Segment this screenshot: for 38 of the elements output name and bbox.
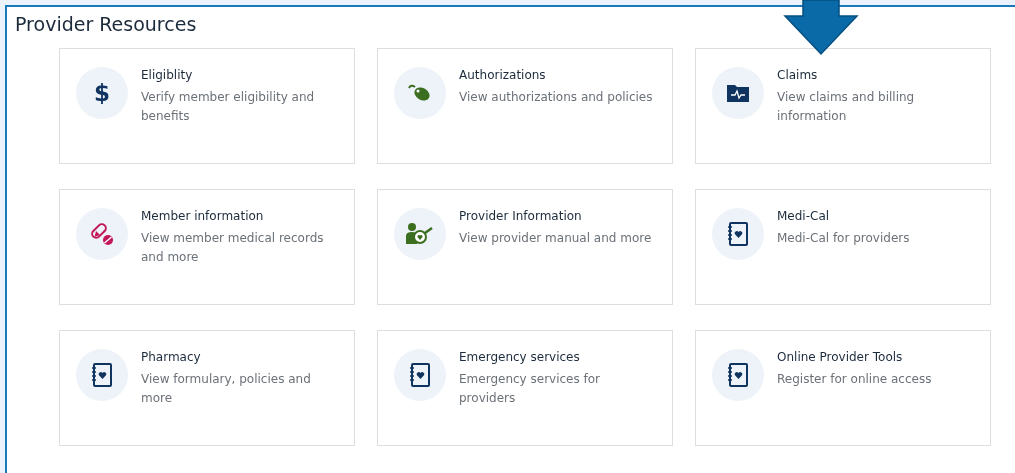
card-description: View provider manual and more — [459, 230, 652, 247]
card-title: Eligiblity — [141, 68, 194, 82]
resource-card[interactable]: Provider Information View provider manual and more — [377, 189, 673, 305]
resource-card[interactable]: Claims View claims and billing information — [695, 48, 991, 164]
card-description: View claims and billing information — [777, 89, 916, 125]
card-description: View member medical records and more — [141, 230, 325, 266]
folder-icon — [727, 84, 749, 102]
card-title: Authorizations — [459, 68, 547, 82]
down-arrow-icon — [783, 0, 859, 56]
resource-card[interactable]: Online Provider Tools Register for online access — [695, 330, 991, 446]
notebook-icon — [91, 363, 113, 387]
page-title: Provider Resources — [15, 13, 197, 35]
notebook-icon — [727, 222, 749, 246]
person-magnifier-icon — [406, 222, 434, 246]
notebook-icon — [409, 363, 431, 387]
card-description: Emergency services for providers — [459, 371, 602, 407]
card-description: View authorizations and policies — [459, 89, 653, 106]
resource-card[interactable]: Emergency services Emergency services for providers — [377, 330, 673, 446]
card-title: Provider Information — [459, 209, 583, 223]
card-description: Register for online access — [777, 371, 932, 388]
card-title: Member information — [141, 209, 265, 223]
pills-icon — [90, 222, 114, 246]
mouse-icon — [407, 83, 433, 103]
card-title: Medi-Cal — [777, 209, 831, 223]
resource-card[interactable]: Pharmacy View formulary, policies and more — [59, 330, 355, 446]
card-description: Medi-Cal for providers — [777, 230, 910, 247]
resource-card[interactable]: Member information View member medical records and more — [59, 189, 355, 305]
resource-card[interactable]: Authorizations View authorizations and policies — [377, 48, 673, 164]
card-description: View formulary, policies and more — [141, 371, 312, 407]
card-description: Verify member eligibility and benefits — [141, 89, 316, 125]
resource-card[interactable]: $ Eligiblity Verify member eligibility and benefits — [59, 48, 355, 164]
card-title: Emergency services — [459, 350, 581, 364]
resource-card[interactable]: Medi-Cal Medi-Cal for providers — [695, 189, 991, 305]
notebook-icon — [727, 363, 749, 387]
card-title: Pharmacy — [141, 350, 202, 364]
card-title: Online Provider Tools — [777, 350, 904, 364]
dollar-icon: $ — [94, 81, 110, 105]
card-title: Claims — [777, 68, 819, 82]
